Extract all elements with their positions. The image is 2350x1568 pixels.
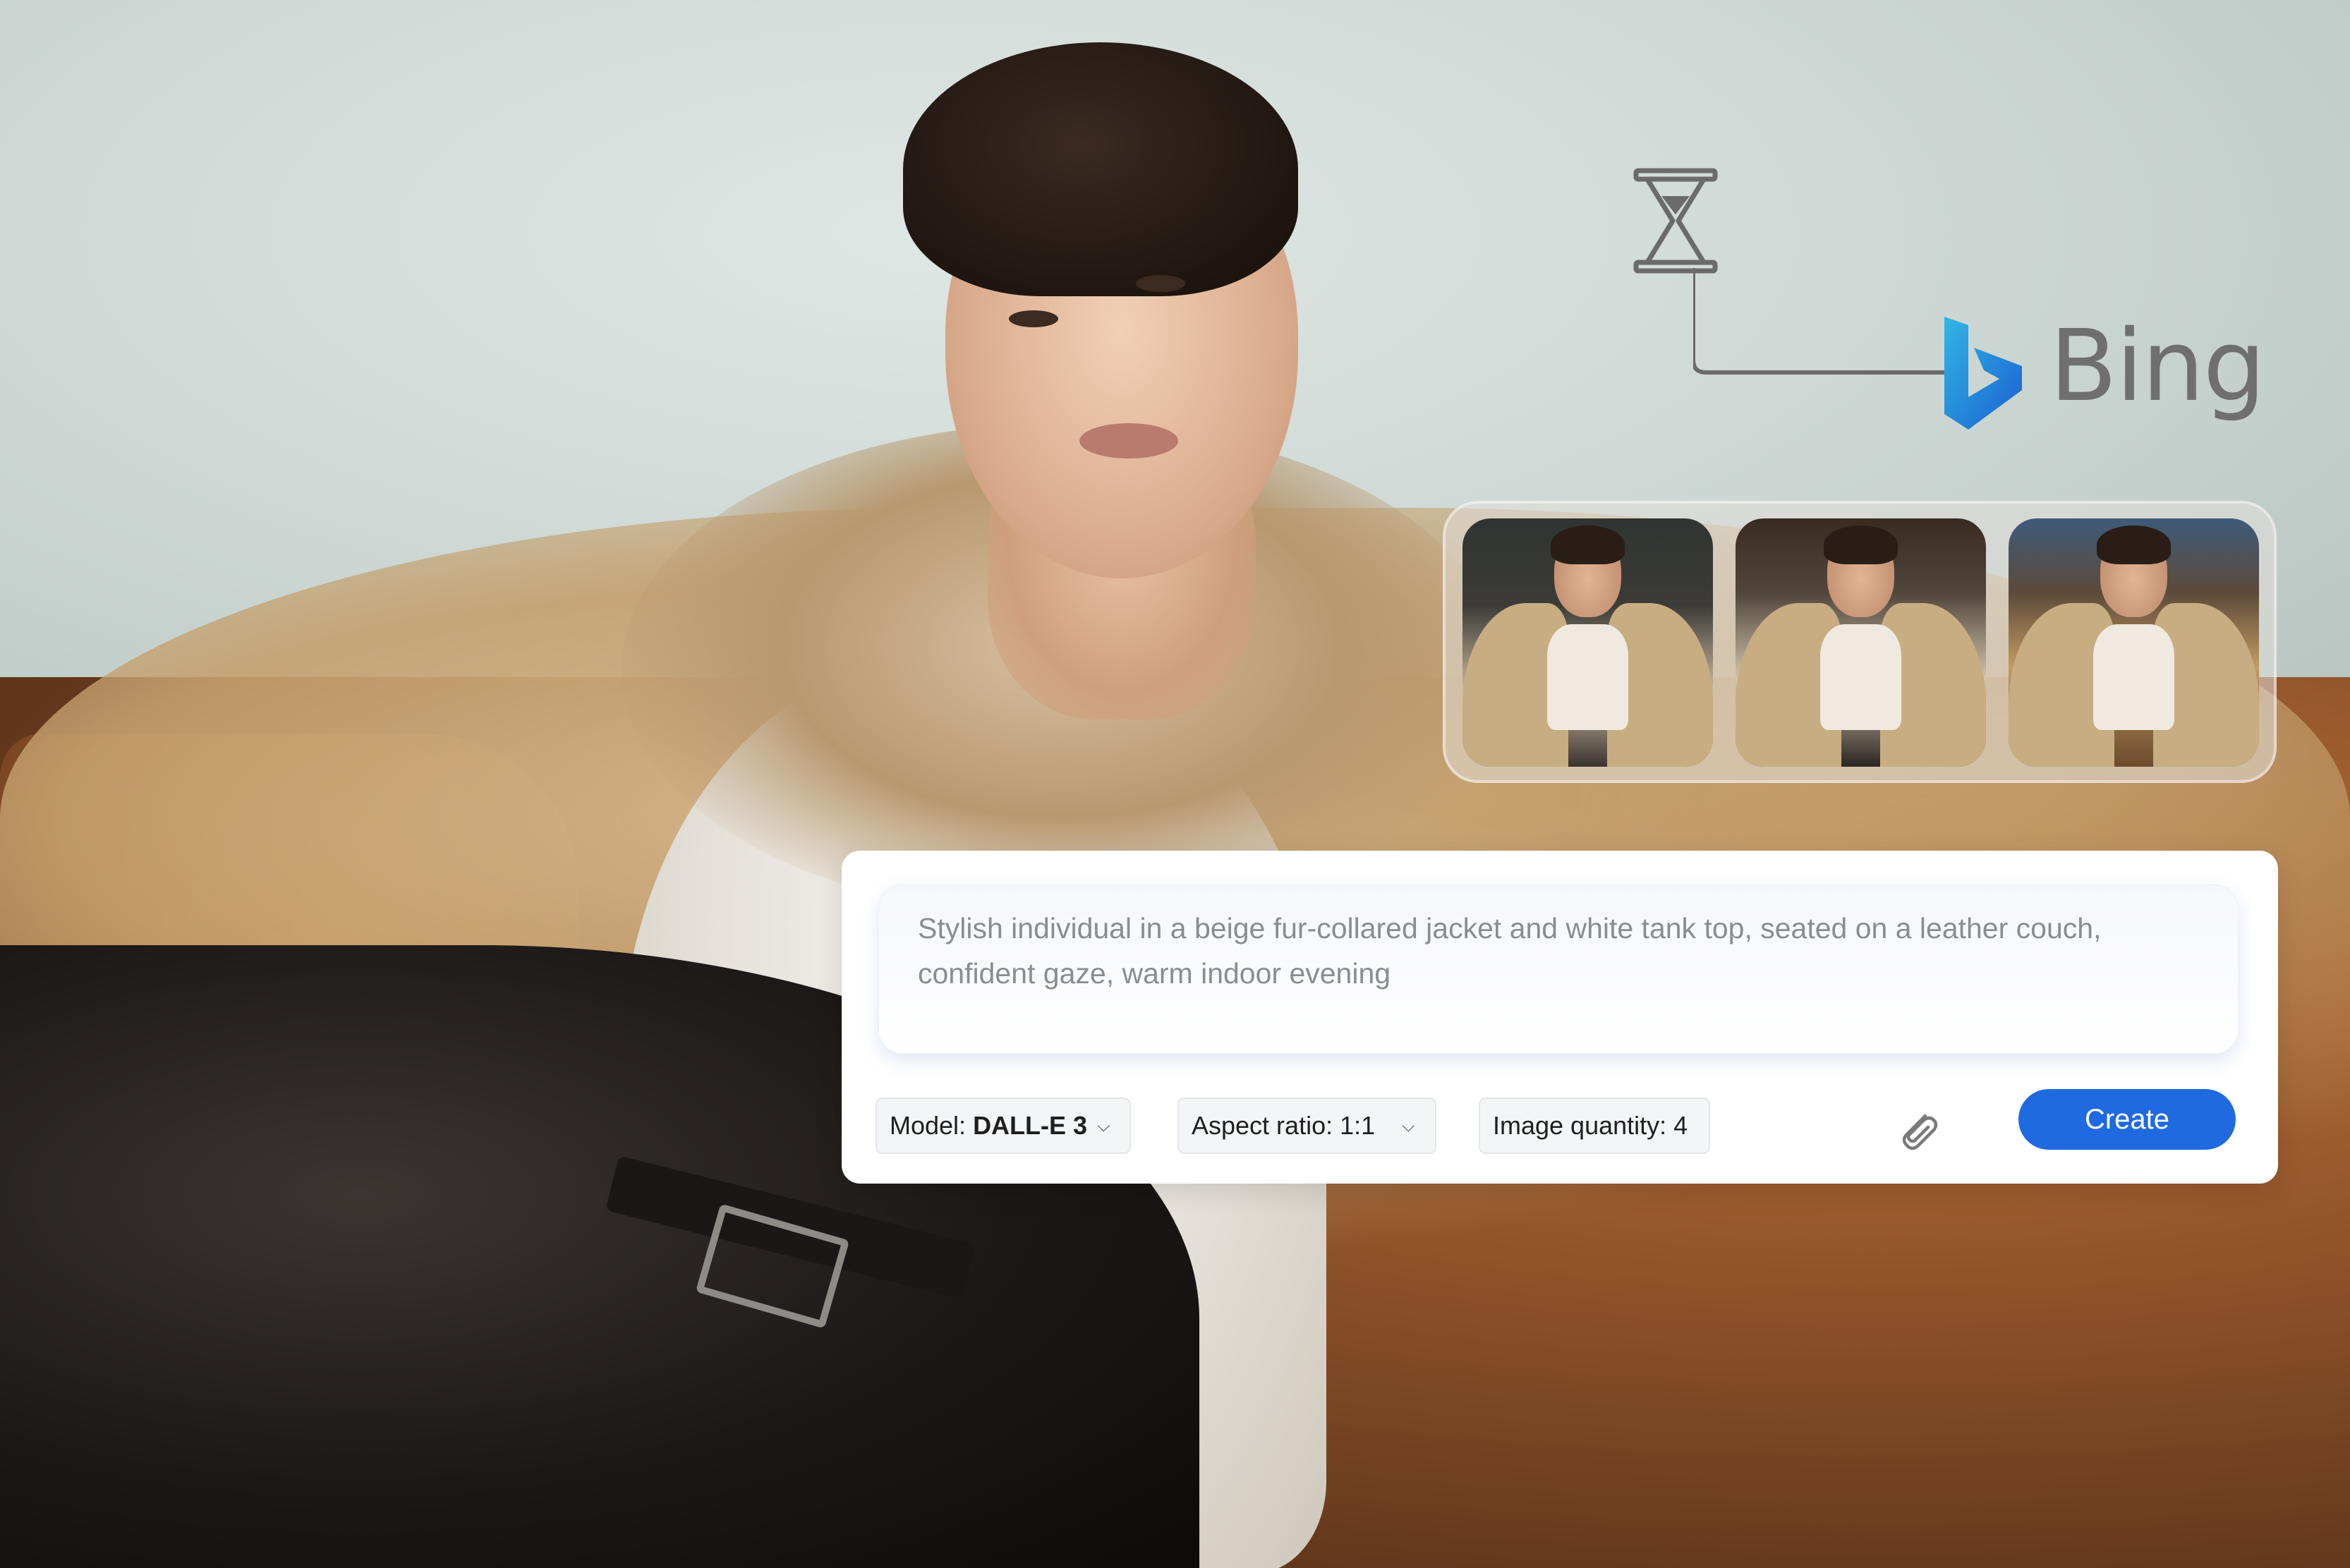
thumb-hair <box>2097 525 2171 564</box>
generated-image-2[interactable] <box>1736 518 1986 767</box>
thumb-hair <box>1824 525 1898 564</box>
model-eye-right <box>1136 275 1185 292</box>
aspect-ratio-label: Aspect ratio: 1:1 <box>1192 1111 1376 1140</box>
aspect-ratio-dropdown[interactable]: Aspect ratio: 1:1 ⌵ <box>1177 1098 1436 1154</box>
bing-wordmark: Bing <box>2049 309 2266 424</box>
image-quantity-label: Image quantity: 4 <box>1493 1111 1688 1140</box>
hourglass-icon <box>1633 168 1718 274</box>
model-dropdown[interactable]: Model: DALL-E 3 ⌵ <box>876 1098 1131 1154</box>
chevron-down-icon: ⌵ <box>1097 1116 1110 1136</box>
model-label: Model: <box>890 1111 967 1140</box>
paperclip-icon[interactable] <box>1893 1103 1942 1153</box>
connector-line <box>1693 268 1947 375</box>
prompt-input[interactable]: Stylish individual in a beige fur-collar… <box>878 885 2239 1054</box>
thumb-hair <box>1551 525 1625 564</box>
bing-logo-icon <box>1944 317 2022 430</box>
hero-canvas: Bing Stylish individual in a beige fur-c… <box>0 0 2350 1568</box>
thumb-tank-top <box>1547 624 1628 730</box>
image-quantity-dropdown[interactable]: Image quantity: 4 <box>1479 1098 1710 1154</box>
chevron-down-icon: ⌵ <box>1402 1116 1415 1136</box>
thumb-tank-top <box>2093 624 2174 730</box>
generated-image-3[interactable] <box>2009 518 2259 767</box>
image-creator-panel: Stylish individual in a beige fur-collar… <box>842 851 2278 1184</box>
model-eye-left <box>1009 310 1058 327</box>
model-value: DALL-E 3 <box>973 1111 1088 1140</box>
model-hair <box>903 42 1298 296</box>
thumb-tank-top <box>1820 624 1901 730</box>
create-button[interactable]: Create <box>2018 1089 2236 1150</box>
controls-row: Model: DALL-E 3 ⌵ Aspect ratio: 1:1 ⌵ Im… <box>876 1089 2244 1157</box>
model-lips <box>1079 423 1178 458</box>
generated-image-1[interactable] <box>1462 518 1713 767</box>
